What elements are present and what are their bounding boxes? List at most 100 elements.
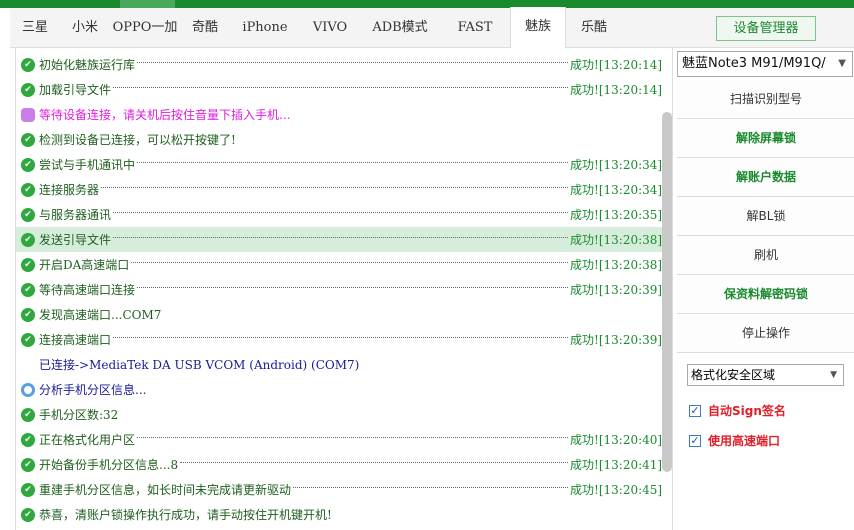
action-button-3[interactable]: 解BL锁 [677, 197, 854, 236]
action-button-2[interactable]: 解账户数据 [677, 158, 854, 197]
log-status: 成功![13:20:34] [570, 183, 663, 197]
log-status: 成功![13:20:38] [570, 258, 663, 272]
dot-leader [101, 187, 568, 188]
log-text: 发现高速端口...COM7 [39, 308, 162, 322]
log-text: 开启DA高速端口 [39, 258, 130, 272]
check-icon: ✔ [21, 257, 35, 272]
tab-5[interactable]: VIVO [300, 8, 360, 48]
right-panel: 魅蓝Note3 M91/M91Q/ ▼ 扫描识别型号 解除屏幕锁 解账户数据 解BL锁刷… [672, 48, 854, 530]
log-panel: ✔ 初始化魅族运行库 成功![13:20:14] ✔ 加载引导文件 成功![13:20:1… [16, 52, 672, 530]
tab-0[interactable]: 三星 [10, 8, 60, 48]
log-status: 成功![13:20:34] [570, 158, 663, 172]
tab-8[interactable]: 魅族 [510, 7, 566, 48]
check-icon: ✔ [21, 82, 35, 97]
log-status: 成功![13:20:14] [570, 58, 663, 72]
log-status: 成功![13:20:14] [570, 83, 663, 97]
model-select-value: 魅蓝Note3 M91/M91Q/ [682, 56, 826, 71]
log-row: 等待设备连接，请关机后按住音量下插入手机... [16, 102, 662, 127]
model-select[interactable]: 魅蓝Note3 M91/M91Q/ ▼ [677, 51, 853, 77]
checkbox-checked-icon: ✓ [689, 433, 701, 447]
auto-sign-checkbox[interactable]: ✓ 自动Sign签名 [689, 402, 786, 419]
log-row: ✔ 检测到设备已连接，可以松开按键了! [16, 127, 662, 152]
tab-3[interactable]: 奇酷 [180, 8, 230, 48]
dot-leader [137, 287, 568, 288]
dot-leader [113, 87, 568, 88]
tab-7[interactable]: FAST [440, 8, 510, 48]
log-row: ✔ 初始化魅族运行库 成功![13:20:14] [16, 52, 662, 77]
log-text: 分析手机分区信息... [39, 383, 147, 397]
dot-leader [113, 337, 568, 338]
log-text: 连接服务器 [39, 183, 100, 197]
log-text: 发送引导文件 [39, 233, 112, 247]
progress-icon [21, 382, 35, 397]
device-manager-button[interactable]: 设备管理器 [716, 16, 816, 41]
tab-9[interactable]: 乐酷 [566, 8, 622, 48]
log-status: 成功![13:20:41] [570, 458, 663, 472]
chevron-down-icon: ▼ [830, 370, 837, 380]
tab-4[interactable]: iPhone [230, 8, 300, 48]
dot-leader [131, 262, 568, 263]
check-icon: ✔ [21, 182, 35, 197]
log-text: 与服务器通讯 [39, 208, 112, 222]
checkbox-checked-icon: ✓ [689, 403, 701, 417]
log-row: 分析手机分区信息... [16, 377, 662, 402]
check-icon: ✔ [21, 157, 35, 172]
log-row: ✔ 加载引导文件 成功![13:20:14] [16, 77, 662, 102]
log-row: ✔ 与服务器通讯 成功![13:20:35] [16, 202, 662, 227]
log-scrollbar[interactable] [662, 112, 672, 472]
log-row: ✔ 重建手机分区信息，如长时间未完成请更新驱动 成功![13:20:45] [16, 477, 662, 502]
high-speed-port-checkbox[interactable]: ✓ 使用高速端口 [689, 432, 780, 449]
log-text: 重建手机分区信息，如长时间未完成请更新驱动 [39, 483, 292, 497]
check-icon: ✔ [21, 207, 35, 222]
format-select[interactable]: 格式化安全区域 ▼ [687, 364, 844, 386]
dot-leader [180, 462, 568, 463]
log-status: 成功![13:20:38] [570, 233, 663, 247]
check-icon: ✔ [21, 457, 35, 472]
chevron-down-icon: ▼ [838, 58, 846, 69]
action-button-0[interactable]: 扫描识别型号 [677, 80, 854, 119]
action-button-6[interactable]: 停止操作 [677, 314, 854, 353]
log-row: ✔ 手机分区数:32 [16, 402, 662, 427]
format-select-value: 格式化安全区域 [691, 368, 776, 382]
log-row: 已连接->MediaTek DA USB VCOM (Android) (COM… [16, 352, 662, 377]
log-text: 开始备份手机分区信息...8 [39, 458, 179, 472]
checkbox-label: 自动Sign签名 [708, 404, 786, 418]
log-row: ✔ 连接服务器 成功![13:20:34] [16, 177, 662, 202]
action-button-5[interactable]: 保资料解密码锁 [677, 275, 854, 314]
log-status: 成功![13:20:39] [570, 283, 663, 297]
log-status: 成功![13:20:39] [570, 333, 663, 347]
dot-leader [113, 237, 568, 238]
dot-leader [137, 162, 568, 163]
check-icon: ✔ [21, 507, 35, 522]
check-icon: ✔ [21, 482, 35, 497]
dot-leader [137, 62, 568, 63]
left-strip [0, 8, 16, 530]
check-icon: ✔ [21, 432, 35, 447]
log-row: ✔ 发现高速端口...COM7 [16, 302, 662, 327]
dot-leader [113, 212, 568, 213]
log-text: 尝试与手机通讯中 [39, 158, 136, 172]
tab-6[interactable]: ADB模式 [360, 8, 440, 48]
log-text: 恭喜，清账户锁操作执行成功，请手动按住开机键开机! [39, 508, 332, 522]
log-row: ✔ 开启DA高速端口 成功![13:20:38] [16, 252, 662, 277]
dot-leader [137, 437, 568, 438]
check-icon: ✔ [21, 407, 35, 422]
dot-leader [293, 487, 568, 488]
action-button-4[interactable]: 刷机 [677, 236, 854, 275]
action-button-1[interactable]: 解除屏幕锁 [677, 119, 854, 158]
check-icon: ✔ [21, 57, 35, 72]
tab-2[interactable]: OPPO一加 [110, 8, 180, 48]
log-status: 成功![13:20:45] [570, 483, 663, 497]
tab-1[interactable]: 小米 [60, 8, 110, 48]
check-icon: ✔ [21, 232, 35, 247]
log-row: ✔ 等待高速端口连接 成功![13:20:39] [16, 277, 662, 302]
log-text: 加载引导文件 [39, 83, 112, 97]
blank-icon [21, 358, 35, 372]
log-row: ✔ 正在格式化用户区 成功![13:20:40] [16, 427, 662, 452]
log-row: ✔ 开始备份手机分区信息...8 成功![13:20:41] [16, 452, 662, 477]
log-text: 正在格式化用户区 [39, 433, 136, 447]
message-icon [21, 107, 35, 122]
log-row: ✔ 连接高速端口 成功![13:20:39] [16, 327, 662, 352]
checkbox-label: 使用高速端口 [708, 434, 781, 448]
check-icon: ✔ [21, 307, 35, 322]
